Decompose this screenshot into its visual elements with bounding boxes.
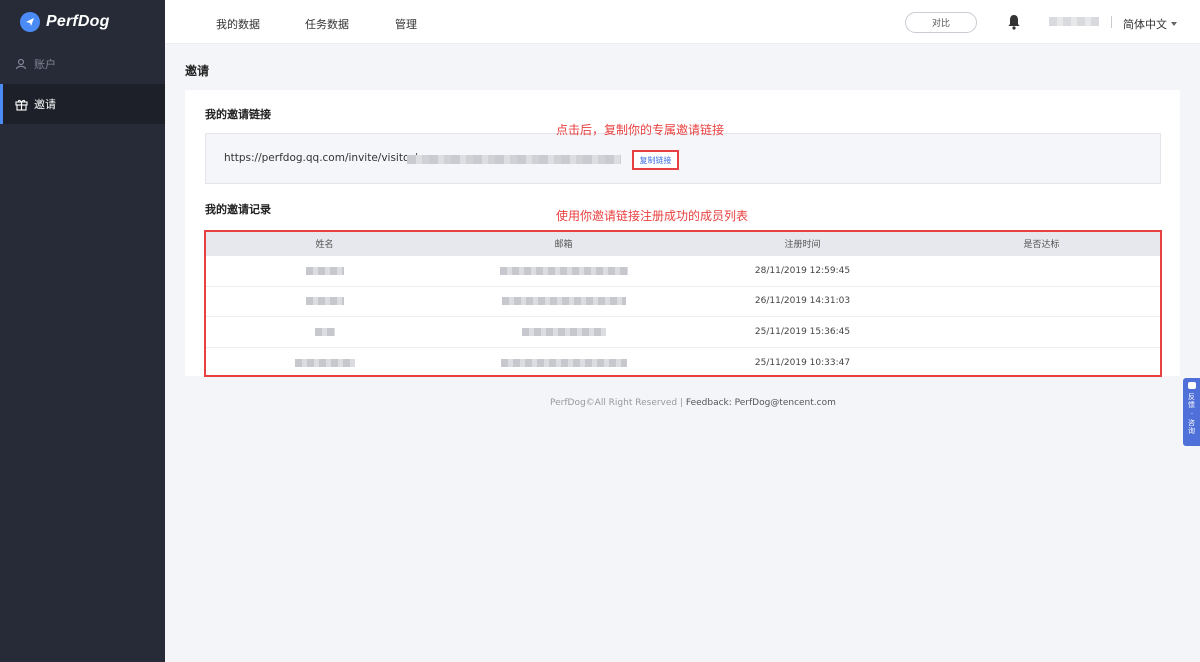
nav-manage[interactable]: 管理 [395,16,417,32]
footer-copyright: PerfDog©All Right Reserved | [550,398,686,408]
cell-registered: 28/11/2019 12:59:45 [754,265,851,276]
feedback-tab-label: 反馈 · 咨询 [1187,393,1196,435]
gift-icon [14,97,28,111]
top-header: 我的数据 任务数据 管理 对比 简体中文 [165,0,1200,44]
invite-records-section-title: 我的邀请记录 [205,203,271,216]
redacted-text [501,297,626,306]
language-selector[interactable]: 简体中文 [1123,16,1177,32]
sidebar-item-label: 邀请 [34,98,56,111]
table-row: 25/11/2019 10:33:47 [205,348,1161,379]
cell-email [444,327,683,336]
cell-email [444,297,683,306]
invite-link-section-title: 我的邀请链接 [205,108,271,121]
redacted-text [294,358,355,367]
cell-name [205,358,444,367]
column-header-name: 姓名 [315,240,334,250]
redacted-text [305,266,344,275]
redacted-text [305,297,344,306]
column-header-registered: 注册时间 [784,240,821,250]
bell-icon[interactable] [1007,14,1021,30]
invite-records-table: 姓名 邮箱 注册时间 是否达标 28/11/2019 12:59:45 26/1… [205,231,1161,378]
chat-icon [1187,382,1196,389]
copy-link-button[interactable]: 复制链接 [632,150,679,170]
nav-task-data[interactable]: 任务数据 [305,16,349,32]
cell-registered: 26/11/2019 14:31:03 [754,296,851,307]
redacted-text [314,327,335,336]
redacted-text [500,358,627,367]
cell-name [205,266,444,275]
user-icon [14,57,28,71]
table-annotation: 使用你邀请链接注册成功的成员列表 [556,209,749,223]
copy-link-annotation: 点击后，复制你的专属邀请链接 [556,123,725,137]
compare-button[interactable]: 对比 [905,12,977,33]
page-title: 邀请 [185,64,210,78]
cell-registered: 25/11/2019 15:36:45 [754,326,851,337]
invite-url: https://perfdog.qq.com/invite/visitor/ [224,152,418,164]
perfdog-logo-icon [20,12,40,32]
footer: PerfDog©All Right Reserved | Feedback: P… [550,398,836,408]
table-row: 25/11/2019 15:36:45 [205,317,1161,348]
table-header: 姓名 邮箱 注册时间 是否达标 [205,231,1161,256]
brand-name: PerfDog [46,13,110,30]
cell-email [444,266,683,275]
redacted-text [521,327,606,336]
sidebar: PerfDog 账户 邀请 [0,0,165,662]
footer-feedback-link[interactable]: Feedback: PerfDog@tencent.com [686,398,836,408]
column-header-email: 邮箱 [554,240,573,250]
language-label: 简体中文 [1123,18,1167,31]
redacted-text [499,266,628,275]
column-header-qualified: 是否达标 [1023,240,1060,250]
cell-name [205,327,444,336]
header-divider [1111,16,1112,28]
invite-token-redacted [407,155,621,164]
cell-email [444,358,683,367]
cell-name [205,297,444,306]
cell-registered: 25/11/2019 10:33:47 [754,357,851,368]
logo[interactable]: PerfDog [0,0,165,44]
feedback-float-tab[interactable]: 反馈 · 咨询 [1183,378,1200,446]
table-row: 26/11/2019 14:31:03 [205,287,1161,317]
sidebar-item-account[interactable]: 账户 [0,44,165,84]
sidebar-item-invite[interactable]: 邀请 [0,84,165,124]
invite-link-box: https://perfdog.qq.com/invite/visitor/ 复… [205,133,1161,184]
nav-my-data[interactable]: 我的数据 [216,16,260,32]
user-name-redacted[interactable] [1049,17,1099,26]
chevron-down-icon [1171,22,1177,26]
sidebar-item-label: 账户 [34,58,56,71]
table-row: 28/11/2019 12:59:45 [205,256,1161,287]
